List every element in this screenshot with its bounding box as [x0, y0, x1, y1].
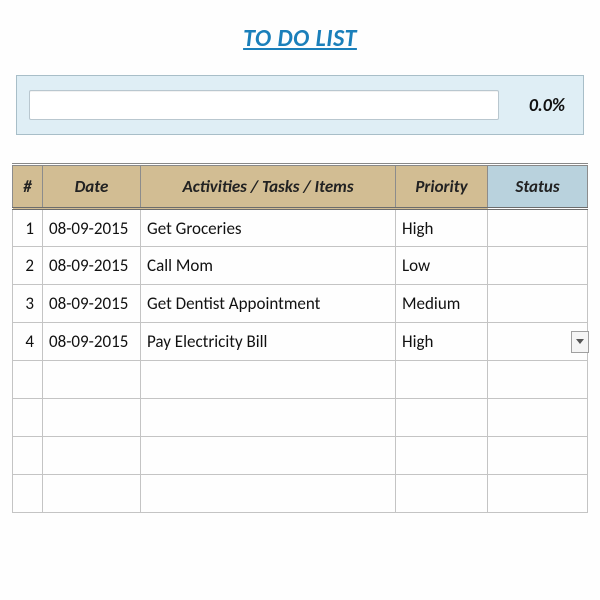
col-header-status[interactable]: Status	[488, 165, 588, 209]
cell-task[interactable]: Pay Electricity Bill	[141, 323, 396, 361]
cell-status[interactable]	[488, 285, 588, 323]
cell-priority[interactable]	[396, 437, 488, 475]
table-row: 408-09-2015Pay Electricity BillHigh	[13, 323, 588, 361]
cell-task[interactable]	[141, 399, 396, 437]
table-row	[13, 361, 588, 399]
chevron-down-icon	[576, 339, 584, 344]
cell-priority[interactable]: Low	[396, 247, 488, 285]
cell-number[interactable]: 3	[13, 285, 43, 323]
cell-status[interactable]	[488, 437, 588, 475]
cell-date[interactable]: 08-09-2015	[43, 247, 141, 285]
cell-number[interactable]	[13, 399, 43, 437]
table-row: 208-09-2015Call MomLow	[13, 247, 588, 285]
cell-number[interactable]: 1	[13, 209, 43, 247]
progress-panel: 0.0%	[16, 75, 584, 135]
cell-status[interactable]	[488, 209, 588, 247]
cell-date[interactable]: 08-09-2015	[43, 209, 141, 247]
cell-number[interactable]: 4	[13, 323, 43, 361]
cell-date[interactable]	[43, 437, 141, 475]
cell-number[interactable]	[13, 475, 43, 513]
cell-date[interactable]: 08-09-2015	[43, 285, 141, 323]
cell-date[interactable]: 08-09-2015	[43, 323, 141, 361]
table-row: 108-09-2015Get GroceriesHigh	[13, 209, 588, 247]
cell-number[interactable]: 2	[13, 247, 43, 285]
table-row: 308-09-2015Get Dentist AppointmentMedium	[13, 285, 588, 323]
cell-task[interactable]	[141, 475, 396, 513]
cell-priority[interactable]: High	[396, 209, 488, 247]
cell-number[interactable]	[13, 437, 43, 475]
progress-bar	[29, 90, 499, 120]
col-header-number[interactable]: #	[13, 165, 43, 209]
col-header-date[interactable]: Date	[43, 165, 141, 209]
cell-priority[interactable]	[396, 361, 488, 399]
progress-percent: 0.0%	[509, 94, 571, 116]
cell-priority[interactable]	[396, 475, 488, 513]
table-row	[13, 475, 588, 513]
col-header-task[interactable]: Activities / Tasks / Items	[141, 165, 396, 209]
cell-status[interactable]	[488, 323, 588, 361]
table-header-row: # Date Activities / Tasks / Items Priori…	[13, 165, 588, 209]
cell-task[interactable]	[141, 437, 396, 475]
status-dropdown-button[interactable]	[571, 331, 589, 353]
cell-number[interactable]	[13, 361, 43, 399]
col-header-priority[interactable]: Priority	[396, 165, 488, 209]
cell-task[interactable]: Call Mom	[141, 247, 396, 285]
cell-date[interactable]	[43, 361, 141, 399]
cell-task[interactable]: Get Groceries	[141, 209, 396, 247]
cell-date[interactable]	[43, 399, 141, 437]
cell-task[interactable]	[141, 361, 396, 399]
cell-status[interactable]	[488, 247, 588, 285]
cell-status[interactable]	[488, 399, 588, 437]
cell-status[interactable]	[488, 361, 588, 399]
table-row	[13, 399, 588, 437]
table-row	[13, 437, 588, 475]
cell-date[interactable]	[43, 475, 141, 513]
cell-priority[interactable]: Medium	[396, 285, 488, 323]
cell-status[interactable]	[488, 475, 588, 513]
cell-priority[interactable]: High	[396, 323, 488, 361]
todo-table: # Date Activities / Tasks / Items Priori…	[12, 163, 588, 513]
cell-task[interactable]: Get Dentist Appointment	[141, 285, 396, 323]
page-title: TO DO LIST	[243, 24, 357, 53]
cell-priority[interactable]	[396, 399, 488, 437]
